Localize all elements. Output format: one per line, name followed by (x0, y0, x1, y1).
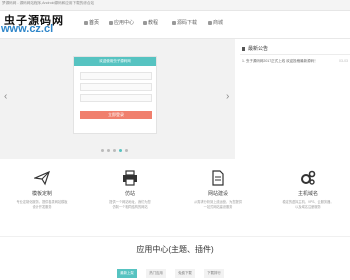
announcement-panel: 最新公告 1. 虫子源码网2017正式上线 欢迎投稿最新源码！ 03-03 (240, 39, 350, 159)
slider-dot[interactable] (113, 149, 116, 152)
site-logo[interactable]: 虫子源码网 www.cz.cl (0, 10, 70, 38)
cart-icon (208, 20, 212, 25)
feature-title: 模板定制 (31, 191, 52, 197)
nav-label: 应用中心 (114, 20, 135, 26)
download-icon (172, 20, 176, 25)
feature-desc: 稳定的虚拟主机、VPS、云服务器， 以及域名注册服务 (282, 200, 334, 209)
slider-dot[interactable] (101, 149, 104, 152)
tab-ranking[interactable]: 下载排行 (204, 269, 224, 278)
feature-clone[interactable]: 仿站 提供一个网站地址，我们为您 仿制一个相同结构的网站 (90, 170, 170, 210)
feature-row: 模板定制 专业定制化服务，提供各类网站模板 设计开发服务 仿站 提供一个网站地址… (0, 170, 350, 230)
printer-icon (123, 170, 137, 186)
feature-desc: 提供一个网站地址，我们为您 仿制一个相同结构的网站 (109, 200, 151, 209)
feature-title: 仿站 (124, 191, 135, 197)
apps-icon (109, 20, 113, 25)
app-center-title: 应用中心(主题、插件) (136, 245, 214, 254)
announcement-divider (240, 54, 350, 55)
book-icon (143, 20, 147, 25)
feature-template[interactable]: 模板定制 专业定制化服务，提供各类网站模板 设计开发服务 (2, 170, 82, 210)
slider-next-icon[interactable]: › (226, 91, 229, 102)
tab-newest[interactable]: 最新上架 (117, 269, 137, 278)
feature-desc: 专业定制化服务，提供各类网站模板 设计开发服务 (16, 200, 68, 209)
captcha-field[interactable] (80, 94, 152, 102)
feature-hosting[interactable]: 主机域名 稳定的虚拟主机、VPS、云服务器， 以及域名注册服务 (268, 170, 348, 210)
login-button[interactable]: 立即登录 (80, 111, 152, 119)
login-panel-title: 欢迎使用虫子源码网 (74, 57, 156, 66)
nav-label: 首页 (89, 20, 100, 26)
nav-label: 教程 (148, 20, 159, 26)
section-divider (0, 236, 350, 237)
logo-url: www.cz.cl (1, 23, 54, 35)
nav-item-shop[interactable]: 商城 (208, 16, 223, 30)
announcement-header: 最新公告 (242, 45, 268, 52)
document-icon (212, 170, 224, 186)
gears-icon (301, 170, 316, 185)
announcement-date: 03-03 (339, 59, 348, 63)
tab-free[interactable]: 免费下载 (175, 269, 195, 278)
nav-item-tutorial[interactable]: 教程 (143, 16, 158, 30)
top-bar-text: 梦源码网 - 源码网站程序,Android源码和应用下载的综合站 (2, 1, 95, 5)
home-icon (84, 20, 88, 25)
slider-dot[interactable] (125, 149, 128, 152)
nav-item-home[interactable]: 首页 (84, 16, 99, 30)
tab-popular[interactable]: 热门应用 (146, 269, 166, 278)
slider-prev-icon[interactable]: ‹ (4, 91, 7, 102)
password-field[interactable] (80, 83, 152, 91)
nav-label: 商城 (213, 20, 224, 26)
feature-desc: 从需求分析到上线运营，为您提供 一站式网站建设服务 (194, 200, 242, 209)
feature-title: 网站建设 (207, 191, 228, 197)
feature-title: 主机域名 (297, 191, 318, 197)
announcement-item[interactable]: 1. 虫子源码网2017正式上线 欢迎投稿最新源码！ (242, 59, 318, 64)
login-panel: 欢迎使用虫子源码网 立即登录 (73, 56, 157, 134)
nav-label: 源码下载 (177, 20, 198, 26)
slider-dot[interactable] (107, 149, 110, 152)
nav-item-apps[interactable]: 应用中心 (109, 16, 134, 30)
feature-website[interactable]: 网站建设 从需求分析到上线运营，为您提供 一站式网站建设服务 (178, 170, 258, 210)
slider-dot-active[interactable] (119, 149, 122, 152)
paper-plane-icon (34, 170, 50, 186)
nav-item-source[interactable]: 源码下载 (172, 16, 197, 30)
username-field[interactable] (80, 72, 152, 80)
announcement-title: 最新公告 (248, 46, 269, 52)
speaker-icon (242, 46, 245, 51)
hero-slider: ‹ › 欢迎使用虫子源码网 立即登录 (0, 39, 235, 159)
